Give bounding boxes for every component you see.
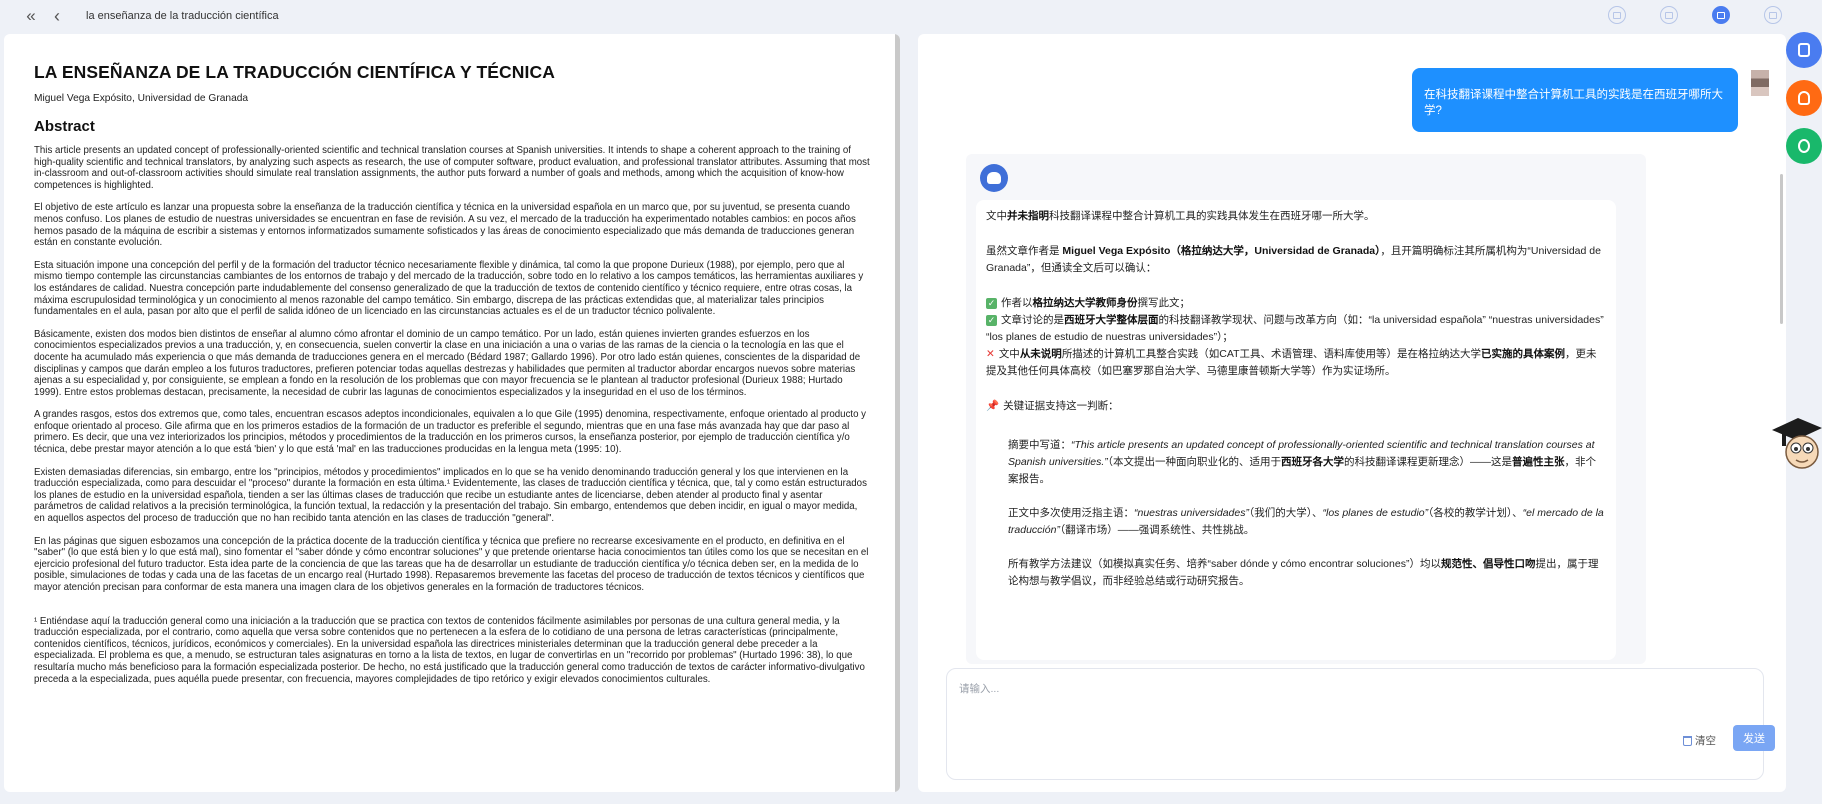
document-scrollbar[interactable] (895, 34, 900, 792)
assistant-answer: 文中并未指明科技翻译课程中整合计算机工具的实践具体发生在西班牙哪一所大学。 虽然… (976, 200, 1616, 660)
check-icon: ✓ (986, 298, 997, 309)
check-item: ✓ 作者以格拉纳达大学教师身份撰写此文； (986, 297, 1190, 309)
chat-messages[interactable]: 在科技翻译课程中整合计算机工具的实践是在西班牙哪所大学? 文中并未指明科技翻译课… (918, 34, 1786, 664)
answer-paragraph: 文中并未指明科技翻译课程中整合计算机工具的实践具体发生在西班牙哪一所大学。 (986, 210, 1375, 222)
clear-button[interactable]: 清空 (1683, 733, 1716, 748)
user-avatar (1751, 70, 1769, 96)
trash-icon (1683, 735, 1692, 746)
paper-author: Miguel Vega Expósito, Universidad de Gra… (34, 93, 249, 104)
chat-icon[interactable] (1712, 6, 1730, 24)
user-message: 在科技翻译课程中整合计算机工具的实践是在西班牙哪所大学? (1401, 58, 1786, 144)
cross-item: ✕ 文中从未说明所描述的计算机工具整合实践（如CAT工具、术语管理、语料库使用等）… (986, 348, 1597, 377)
toolbar-icons (1608, 6, 1782, 24)
paragraph: Esta situación impone una concepción del… (34, 259, 864, 318)
document-viewer[interactable]: LA ENSEÑANZA DE LA TRADUCCIÓN CIENTÍFICA… (4, 34, 900, 792)
translate-icon[interactable] (1660, 6, 1678, 24)
clear-label: 清空 (1695, 735, 1716, 747)
mascot-icon[interactable] (1768, 412, 1822, 476)
side-tools (1786, 32, 1822, 172)
abstract-heading: Abstract (34, 118, 95, 135)
check-item: ✓ 文章讨论的是西班牙大学整体层面的科技翻译教学现状、问题与改革方向（如：“la … (986, 314, 1604, 343)
check-icon: ✓ (986, 315, 997, 326)
assistant-message: 文中并未指明科技翻译课程中整合计算机工具的实践具体发生在西班牙哪一所大学。 虽然… (966, 154, 1646, 664)
assistant-avatar-icon (980, 164, 1008, 192)
back-icon[interactable]: ‹ (48, 6, 66, 26)
document-tab-title: la enseñanza de la traducción científica (86, 10, 279, 22)
chat-panel: 在科技翻译课程中整合计算机工具的实践是在西班牙哪所大学? 文中并未指明科技翻译课… (918, 34, 1786, 792)
top-bar: « ‹ la enseñanza de la traducción cientí… (0, 0, 1822, 32)
answer-paragraph: 虽然文章作者是 Miguel Vega Expósito（格拉纳达大学，Univ… (986, 245, 1601, 274)
notes-icon[interactable] (1764, 6, 1782, 24)
paragraph: Básicamente, existen dos modos bien dist… (34, 328, 861, 398)
paragraph: En las páginas que siguen esbozamos una … (34, 535, 869, 593)
paragraph: El objetivo de este artículo es lanzar u… (34, 202, 856, 249)
pin-icon: 📌 (986, 400, 1000, 412)
chat-input-placeholder[interactable]: 请输入... (959, 681, 999, 696)
evidence-item: 所有教学方法建议（如模拟真实任务、培养“saber dónde y cómo e… (1008, 558, 1599, 587)
side-target-button[interactable] (1786, 128, 1822, 164)
paper-page: LA ENSEÑANZA DE LA TRADUCCIÓN CIENTÍFICA… (34, 62, 870, 696)
paragraph: This article presents an updated concept… (34, 145, 870, 191)
double-back-icon[interactable]: « (22, 6, 40, 25)
chat-scrollbar[interactable] (1780, 174, 1783, 324)
chat-input-box[interactable]: 请输入... 清空 发送 (946, 668, 1775, 780)
paragraph: Existen demasiadas diferencias, sin emba… (34, 466, 867, 525)
send-button[interactable]: 发送 (1733, 725, 1775, 751)
paragraph: A grandes rasgos, estos dos extremos que… (34, 409, 867, 456)
evidence-item: 摘要中写道：“This article presents an updated … (1008, 439, 1597, 485)
evidence-heading: 📌 关键证据支持这一判断： (986, 400, 1119, 412)
side-phone-button[interactable] (1786, 32, 1822, 68)
paper-title: LA ENSEÑANZA DE LA TRADUCCIÓN CIENTÍFICA… (34, 62, 555, 82)
footnote: ¹ Entiéndase aquí la traducción general … (34, 615, 865, 685)
cross-icon: ✕ (986, 348, 995, 360)
side-robot-button[interactable] (1786, 80, 1822, 116)
user-question-bubble: 在科技翻译课程中整合计算机工具的实践是在西班牙哪所大学? (1412, 68, 1738, 132)
evidence-item: 正文中多次使用泛指主语：“nuestras universidades”（我们的… (1008, 507, 1604, 536)
outline-icon[interactable] (1608, 6, 1626, 24)
